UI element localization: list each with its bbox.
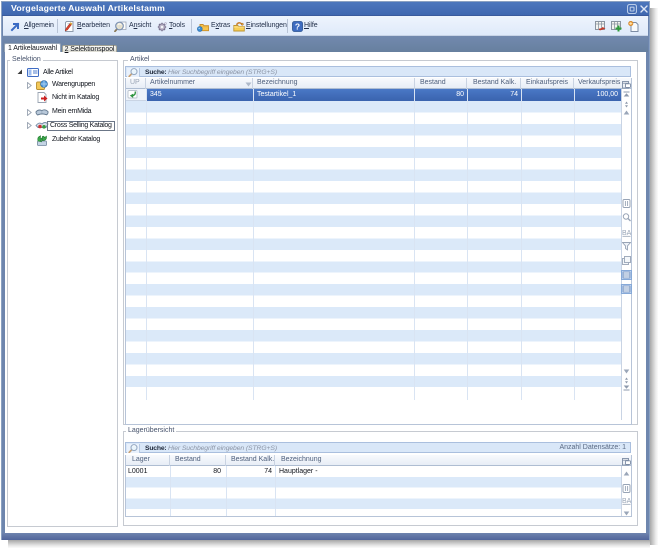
svg-text:?: ?	[295, 22, 300, 32]
